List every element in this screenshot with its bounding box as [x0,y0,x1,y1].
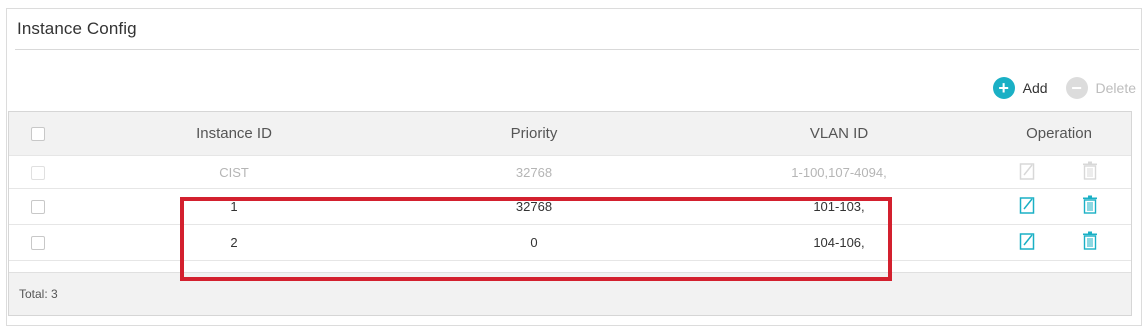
cell-priority: 32768 [515,164,553,180]
cell-operation [989,161,1129,184]
column-header-vlan-id: VLAN ID [809,125,869,142]
minus-circle-icon: − [1065,77,1088,99]
cell-instance-id: 2 [230,235,238,250]
add-label: Add [1022,80,1048,96]
table-header: Instance ID Priority VLAN ID Operation [9,112,1131,156]
panel-title: Instance Config [17,19,137,38]
instance-table: Instance ID Priority VLAN ID Operation C… [8,111,1132,316]
edit-icon[interactable] [1019,195,1037,218]
row-checkbox[interactable] [31,164,45,180]
add-button[interactable]: + Add [992,77,1048,99]
select-all-checkbox[interactable] [31,125,45,142]
column-header-priority: Priority [510,125,558,142]
cell-instance-id: 1 [230,199,238,214]
edit-icon[interactable] [1019,231,1037,254]
edit-icon [1019,161,1037,184]
cell-instance-id: CIST [219,164,249,180]
cell-vlan-id: 104-106, [813,235,865,250]
total-count: Total: 3 [19,287,58,301]
trash-icon[interactable] [1081,195,1099,218]
table-footer: Total: 3 [9,272,1131,315]
plus-circle-icon: + [992,77,1015,99]
cell-priority: 32768 [515,199,553,214]
trash-icon[interactable] [1081,231,1099,254]
cell-operation [989,231,1129,254]
cell-operation [989,195,1129,218]
delete-label: Delete [1095,80,1136,96]
cell-vlan-id: 101-103, [813,199,865,214]
column-header-instance-id: Instance ID [196,125,272,142]
table-row: 1 32768 101-103, [9,189,1131,225]
delete-button[interactable]: − Delete [1065,77,1136,99]
table-row: CIST 32768 1-100,107-4094, [9,156,1131,189]
table-actions: + Add − Delete [975,76,1136,100]
row-checkbox[interactable] [31,235,45,251]
row-checkbox[interactable] [31,199,45,215]
title-divider [15,49,1139,50]
column-header-operation: Operation [1026,125,1092,142]
table-row: 2 0 104-106, [9,225,1131,261]
cell-priority: 0 [530,235,538,250]
cell-vlan-id: 1-100,107-4094, [791,164,887,180]
trash-icon [1081,161,1099,184]
